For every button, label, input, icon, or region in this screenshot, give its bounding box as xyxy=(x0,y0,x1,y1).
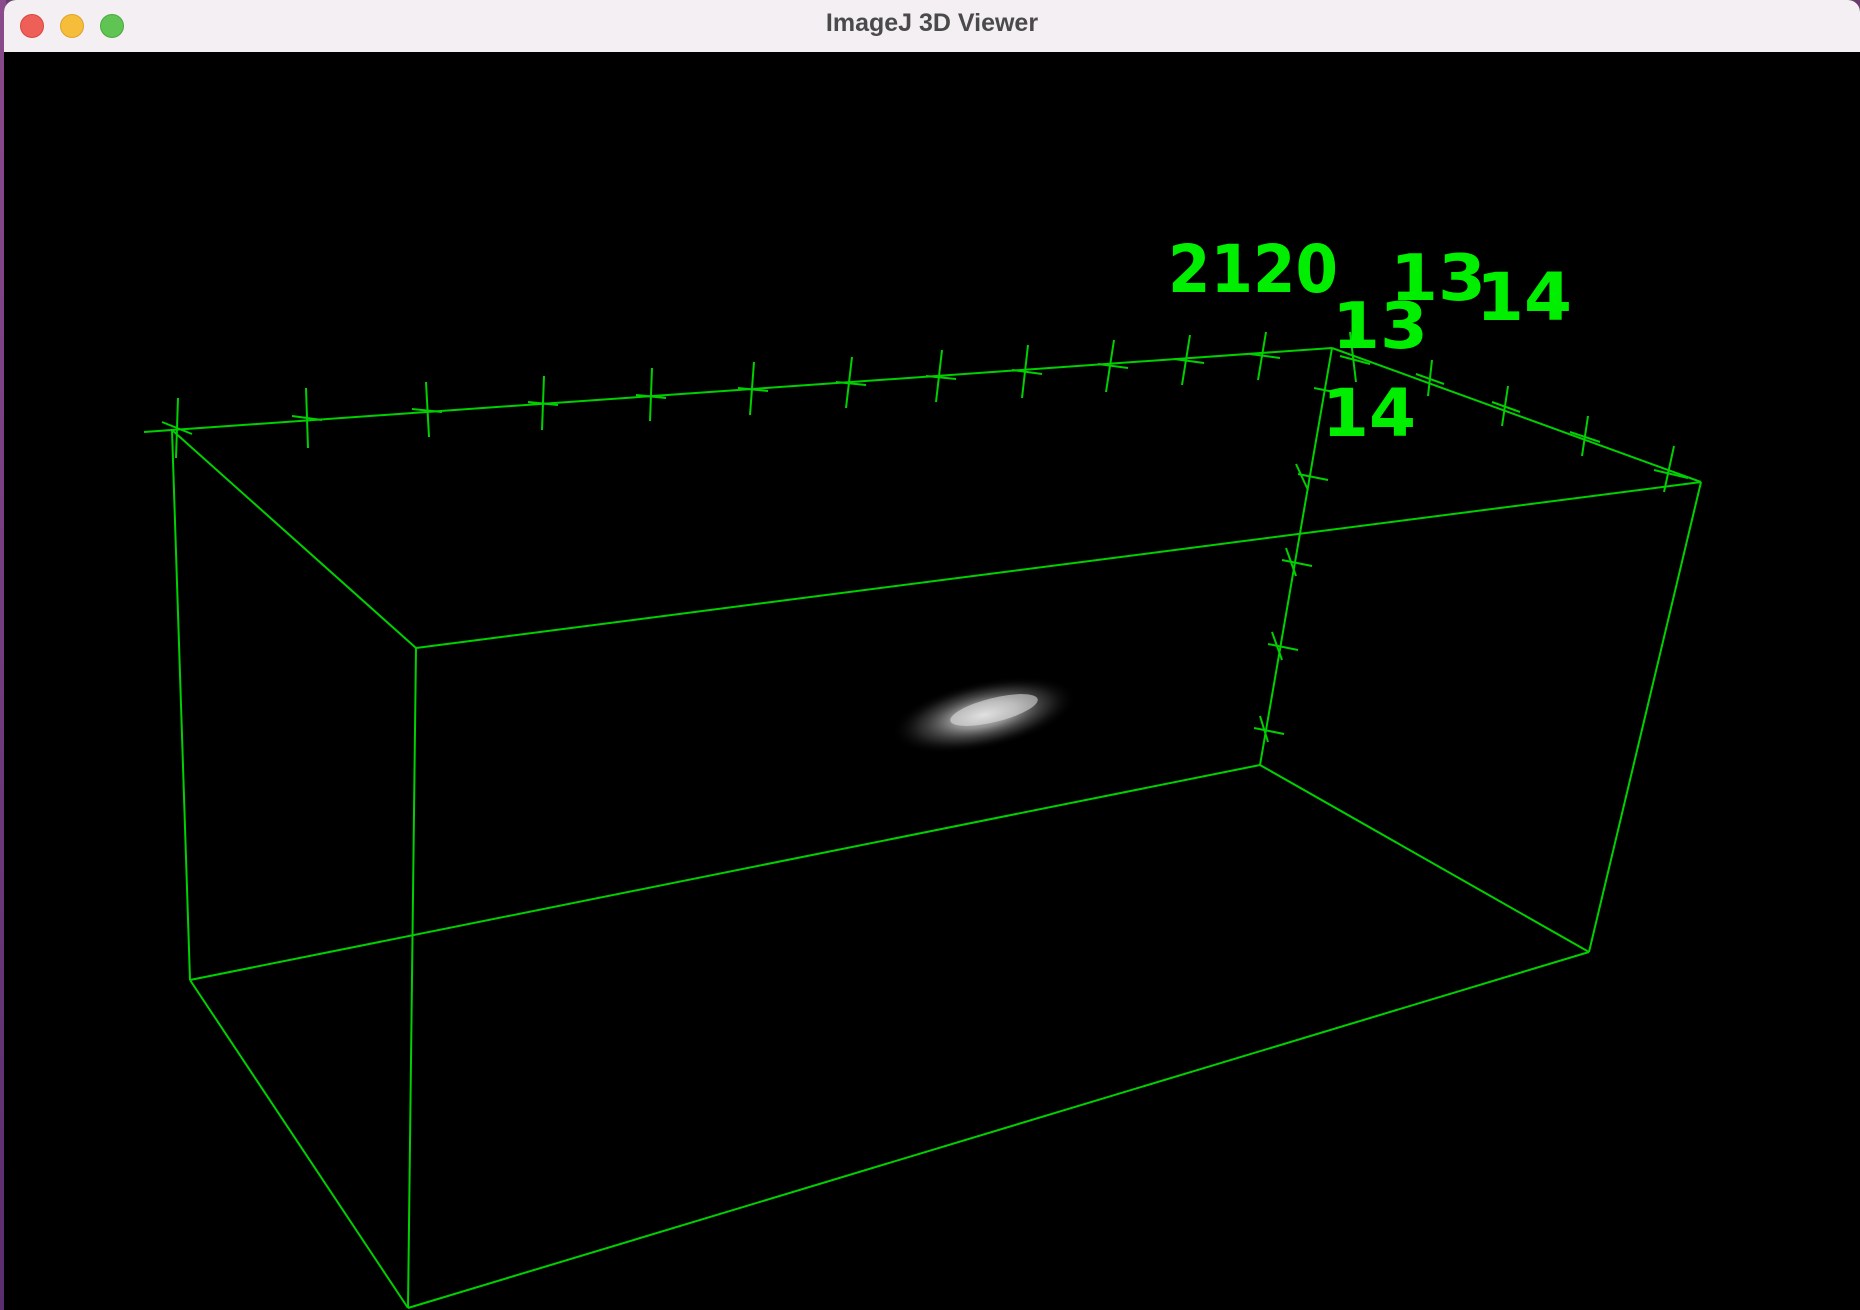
bounding-box xyxy=(143,347,1702,1309)
window-title: ImageJ 3D Viewer xyxy=(825,9,1039,37)
axis-label-x: 2120 xyxy=(1168,231,1338,308)
axis-label-y-mid: 13 xyxy=(1332,290,1428,364)
title-bar[interactable]: ImageJ 3D Viewer xyxy=(4,0,1860,53)
volume-rendering[interactable] xyxy=(884,662,1084,768)
3d-viewport[interactable]: 2120 13 13 14 14 xyxy=(4,52,1860,1310)
axis-label-z-left: 14 xyxy=(1322,375,1416,452)
axis-labels: 2120 13 13 14 14 xyxy=(1168,231,1572,452)
viewer-window: ImageJ 3D Viewer 2120 13 13 14 14 xyxy=(4,0,1860,1310)
scene-svg[interactable]: 2120 13 13 14 14 xyxy=(4,52,1860,1310)
axis-label-z-right: 14 xyxy=(1476,259,1572,336)
